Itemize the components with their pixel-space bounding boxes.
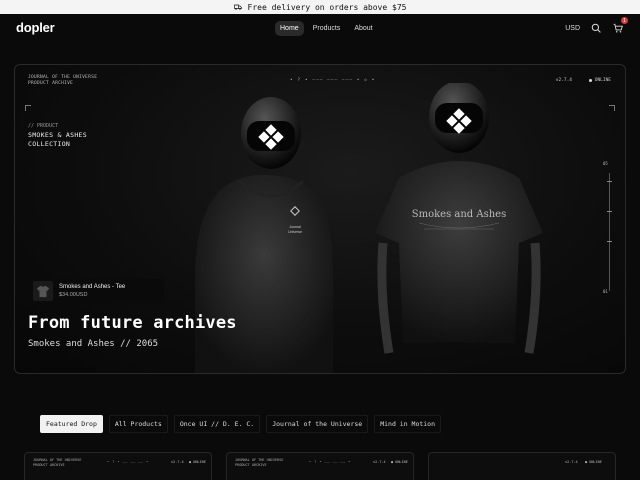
hero-product-title-line2: COLLECTION xyxy=(28,140,71,148)
cart-count-badge: 1 xyxy=(621,17,628,24)
hero-product-title-line1: SMOKES & ASHES xyxy=(28,131,87,139)
slide-number: 05 xyxy=(603,161,608,166)
scroll-track xyxy=(609,173,610,291)
top-navigation: dopler Home Products About USD 1 xyxy=(0,14,640,44)
hero-banner[interactable]: JOURNAL OF THE UNIVERSE PRODUCT ARCHIVE … xyxy=(14,64,626,374)
tab-all-products[interactable]: All Products xyxy=(108,415,168,433)
product-preview-card[interactable]: v2.7.4 ● ONLINE xyxy=(428,452,616,480)
product-name: Smokes and Ashes - Tee xyxy=(59,284,126,290)
scroll-tick xyxy=(607,181,612,182)
tshirt-icon xyxy=(36,285,50,298)
preview-status: ● ONLINE xyxy=(391,460,408,464)
preview-meta-line2: PRODUCT ARCHIVE xyxy=(235,462,267,467)
product-preview-card[interactable]: JOURNAL OF THE UNIVERSE PRODUCT ARCHIVE … xyxy=(226,452,414,480)
hero-status: ONLINE xyxy=(588,78,611,83)
tab-journal-of-the-universe[interactable]: Journal of the Universe xyxy=(266,415,369,433)
preview-meta: JOURNAL OF THE UNIVERSE PRODUCT ARCHIVE xyxy=(33,458,81,467)
announcement-text: Free delivery on orders above $75 xyxy=(247,2,407,12)
hero-version: v2.7.4 xyxy=(555,78,572,83)
frame-corner-top-right xyxy=(609,105,615,111)
product-price: $34.00USD xyxy=(59,292,88,298)
hoodie-print-line2: Universe xyxy=(288,230,302,234)
hero-product-title: SMOKES & ASHES COLLECTION xyxy=(28,131,87,149)
preview-status: ● ONLINE xyxy=(585,460,602,464)
featured-product-card[interactable]: Smokes and Ashes - Tee $34.00USD xyxy=(29,279,164,303)
preview-version: v2.7.4 xyxy=(373,460,386,464)
announcement-bar: Free delivery on orders above $75 xyxy=(0,0,640,14)
preview-meta-line1: JOURNAL OF THE UNIVERSE xyxy=(33,458,82,462)
product-thumbnail xyxy=(33,281,53,301)
main-menu: Home Products About xyxy=(275,21,378,36)
tab-once-ui-dec[interactable]: Once UI // D. E. C. xyxy=(173,415,261,433)
preview-progress-dots: • ? • —— —— —— • xyxy=(309,460,351,464)
slide-scroll-indicator[interactable]: 05 01 xyxy=(603,161,613,301)
truck-icon xyxy=(233,4,242,10)
scroll-tick xyxy=(607,241,612,242)
brand-logo[interactable]: dopler xyxy=(16,20,55,35)
preview-meta-line2: PRODUCT ARCHIVE xyxy=(33,462,65,467)
product-preview-card[interactable]: JOURNAL OF THE UNIVERSE PRODUCT ARCHIVE … xyxy=(24,452,212,480)
hero-headline: From future archives xyxy=(28,313,237,333)
nav-actions: USD 1 xyxy=(565,17,628,34)
tee-model-image: Smokes and Ashes xyxy=(375,83,543,354)
cart-button[interactable]: 1 xyxy=(612,17,628,34)
menu-item-home[interactable]: Home xyxy=(275,21,304,36)
tab-mind-in-motion[interactable]: Mind in Motion xyxy=(374,415,442,433)
preview-status: ● ONLINE xyxy=(189,460,206,464)
collection-tabs: Featured Drop All Products Once UI // D.… xyxy=(40,415,442,433)
preview-meta-line1: JOURNAL OF THE UNIVERSE xyxy=(235,458,284,462)
currency-selector[interactable]: USD xyxy=(565,25,580,32)
slide-end-number: 01 xyxy=(603,289,608,294)
menu-item-about[interactable]: About xyxy=(349,21,377,36)
scroll-tick xyxy=(607,211,612,212)
preview-progress-dots: • ? • —— —— —— • xyxy=(107,460,149,464)
hero-subheadline: Smokes and Ashes // 2065 xyxy=(28,339,159,349)
preview-version: v2.7.4 xyxy=(171,460,184,464)
hero-meta: JOURNAL OF THE UNIVERSE PRODUCT ARCHIVE xyxy=(28,75,97,87)
hero-product-tag: // PRODUCT xyxy=(28,123,59,129)
preview-version: v2.7.4 xyxy=(565,460,578,464)
menu-item-products[interactable]: Products xyxy=(308,21,346,36)
status-dot-icon xyxy=(588,79,592,82)
cart-icon xyxy=(613,23,623,33)
hoodie-print-line1: Journal xyxy=(289,225,301,229)
frame-corner-top-left xyxy=(25,105,31,111)
preview-meta: JOURNAL OF THE UNIVERSE PRODUCT ARCHIVE xyxy=(235,458,283,467)
tab-featured-drop[interactable]: Featured Drop xyxy=(40,415,103,433)
hero-status-text: ONLINE xyxy=(594,78,611,83)
hero-meta-line2: PRODUCT ARCHIVE xyxy=(28,81,74,86)
shirt-print-text: Smokes and Ashes xyxy=(412,209,506,220)
search-icon[interactable] xyxy=(590,22,602,34)
hero-progress-dots: • ? • ——— ——— ——— • ◇ • xyxy=(290,78,376,83)
